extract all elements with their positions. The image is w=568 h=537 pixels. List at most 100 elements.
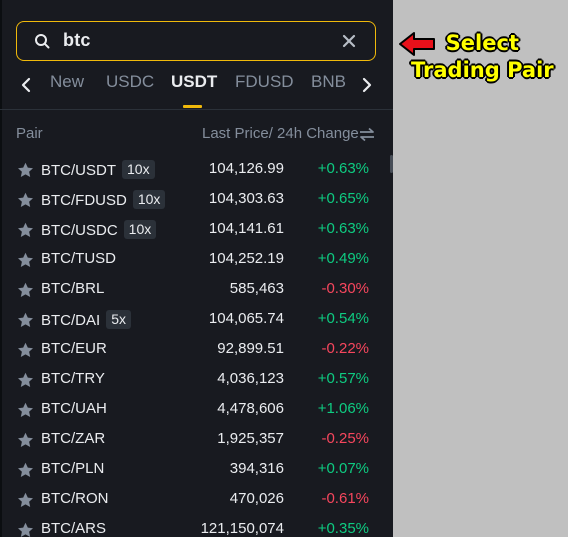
tab-bnb[interactable]: BNB	[311, 72, 346, 92]
change-24h: -0.25%	[321, 430, 369, 447]
tab-new[interactable]: New	[50, 72, 84, 92]
pair-symbol: BTC/ZAR	[41, 430, 106, 447]
star-icon[interactable]	[17, 252, 34, 268]
annotation-label: Select Trading Pair	[411, 30, 554, 84]
pair-row[interactable]: BTC/ZAR 1,925,357 -0.25%	[0, 425, 393, 455]
pair-name: BTC/RON	[41, 490, 109, 507]
pair-symbol: BTC/USDC	[41, 222, 118, 239]
pair-row[interactable]: BTC/TRY 4,036,123 +0.57%	[0, 365, 393, 395]
search-input[interactable]: btc	[63, 30, 91, 51]
chevron-right-icon[interactable]	[357, 76, 375, 94]
tab-fdusd[interactable]: FDUSD	[235, 72, 294, 92]
star-icon[interactable]	[17, 462, 34, 478]
change-24h: +0.54%	[317, 310, 369, 327]
pair-symbol: BTC/ARS	[41, 520, 107, 537]
star-icon[interactable]	[17, 162, 34, 178]
column-header-price-change[interactable]: Last Price/ 24h Change	[202, 125, 359, 142]
annotation-line-1: Select	[445, 31, 519, 55]
pair-name: BTC/USDT 10x	[41, 160, 155, 179]
change-24h: +0.63%	[317, 220, 369, 237]
pair-symbol: BTC/PLN	[41, 460, 105, 477]
star-icon[interactable]	[17, 222, 34, 238]
pair-row[interactable]: BTC/BRL 585,463 -0.30%	[0, 275, 393, 305]
column-header-pair[interactable]: Pair	[16, 125, 43, 142]
pair-symbol: BTC/EUR	[41, 340, 107, 357]
pair-name: BTC/PLN	[41, 460, 104, 477]
pair-symbol: BTC/UAH	[41, 400, 107, 417]
active-tab-indicator	[183, 105, 202, 108]
change-24h: +0.65%	[317, 190, 369, 207]
pair-name: BTC/DAI 5x	[41, 310, 131, 329]
chevron-left-icon[interactable]	[18, 76, 36, 94]
star-icon[interactable]	[17, 192, 34, 208]
divider	[0, 109, 393, 110]
pair-name: BTC/TUSD	[41, 250, 116, 267]
clear-icon[interactable]	[339, 31, 359, 51]
change-24h: -0.61%	[321, 490, 369, 507]
pair-row[interactable]: BTC/USDC 10x 104,141.61 +0.63%	[0, 215, 393, 245]
star-icon[interactable]	[17, 372, 34, 388]
last-price: 470,026	[229, 490, 284, 507]
pair-name: BTC/ARS	[41, 520, 106, 537]
pair-row[interactable]: BTC/FDUSD 10x 104,303.63 +0.65%	[0, 185, 393, 215]
star-icon[interactable]	[17, 432, 34, 448]
change-24h: +0.49%	[317, 250, 369, 267]
pair-row[interactable]: BTC/ARS 121,150,074 +0.35%	[0, 515, 393, 537]
pair-row[interactable]: BTC/UAH 4,478,606 +1.06%	[0, 395, 393, 425]
last-price: 121,150,074	[200, 520, 284, 537]
last-price: 394,316	[229, 460, 284, 477]
pair-name: BTC/EUR	[41, 340, 107, 357]
pair-selector-panel: btc New USDC USDT FDUSD BNB Pair Last Pr…	[0, 0, 393, 537]
change-24h: +0.07%	[317, 460, 369, 477]
last-price: 104,303.63	[208, 190, 284, 207]
pair-symbol: BTC/TUSD	[41, 250, 116, 267]
star-icon[interactable]	[17, 402, 34, 418]
search-icon	[35, 34, 50, 49]
pair-symbol: BTC/FDUSD	[41, 192, 127, 209]
change-24h: +1.06%	[317, 400, 369, 417]
change-24h: +0.63%	[317, 160, 369, 177]
last-price: 585,463	[229, 280, 284, 297]
star-icon[interactable]	[17, 522, 34, 537]
last-price: 104,252.19	[208, 250, 284, 267]
change-24h: -0.30%	[321, 280, 369, 297]
last-price: 4,036,123	[217, 370, 284, 387]
pair-symbol: BTC/TRY	[41, 370, 105, 387]
pair-name: BTC/BRL	[41, 280, 104, 297]
star-icon[interactable]	[17, 342, 34, 358]
change-24h: +0.57%	[317, 370, 369, 387]
pair-row[interactable]: BTC/EUR 92,899.51 -0.22%	[0, 335, 393, 365]
last-price: 4,478,606	[217, 400, 284, 417]
change-24h: +0.35%	[317, 520, 369, 537]
search-field[interactable]: btc	[16, 21, 376, 61]
leverage-badge: 10x	[122, 160, 155, 179]
leverage-badge: 10x	[123, 220, 157, 239]
swap-icon[interactable]	[359, 127, 375, 142]
pair-row[interactable]: BTC/RON 470,026 -0.61%	[0, 485, 393, 515]
tab-usdc[interactable]: USDC	[106, 72, 154, 92]
pair-row[interactable]: BTC/TUSD 104,252.19 +0.49%	[0, 245, 393, 275]
pair-name: BTC/UAH	[41, 400, 107, 417]
leverage-badge: 5x	[106, 310, 131, 329]
pair-symbol: BTC/BRL	[41, 280, 105, 297]
star-icon[interactable]	[17, 282, 34, 298]
change-24h: -0.22%	[321, 340, 369, 357]
tab-usdt[interactable]: USDT	[171, 72, 217, 92]
last-price: 104,065.74	[208, 310, 284, 327]
annotation-line-2: Trading Pair	[411, 58, 554, 82]
pair-symbol: BTC/RON	[41, 490, 109, 507]
last-price: 1,925,357	[217, 430, 284, 447]
pair-row[interactable]: BTC/USDT 10x 104,126.99 +0.63%	[0, 155, 393, 185]
scrollbar[interactable]	[390, 155, 393, 173]
pair-row[interactable]: BTC/DAI 5x 104,065.74 +0.54%	[0, 305, 393, 335]
last-price: 92,899.51	[217, 340, 284, 357]
pair-name: BTC/FDUSD 10x	[41, 190, 166, 209]
last-price: 104,126.99	[208, 160, 284, 177]
star-icon[interactable]	[17, 312, 34, 328]
quote-tabs: New USDC USDT FDUSD BNB	[0, 66, 393, 110]
pair-row[interactable]: BTC/PLN 394,316 +0.07%	[0, 455, 393, 485]
star-icon[interactable]	[17, 492, 34, 508]
last-price: 104,141.61	[208, 220, 284, 237]
pair-name: BTC/USDC 10x	[41, 220, 157, 239]
pair-symbol: BTC/DAI	[41, 312, 101, 329]
